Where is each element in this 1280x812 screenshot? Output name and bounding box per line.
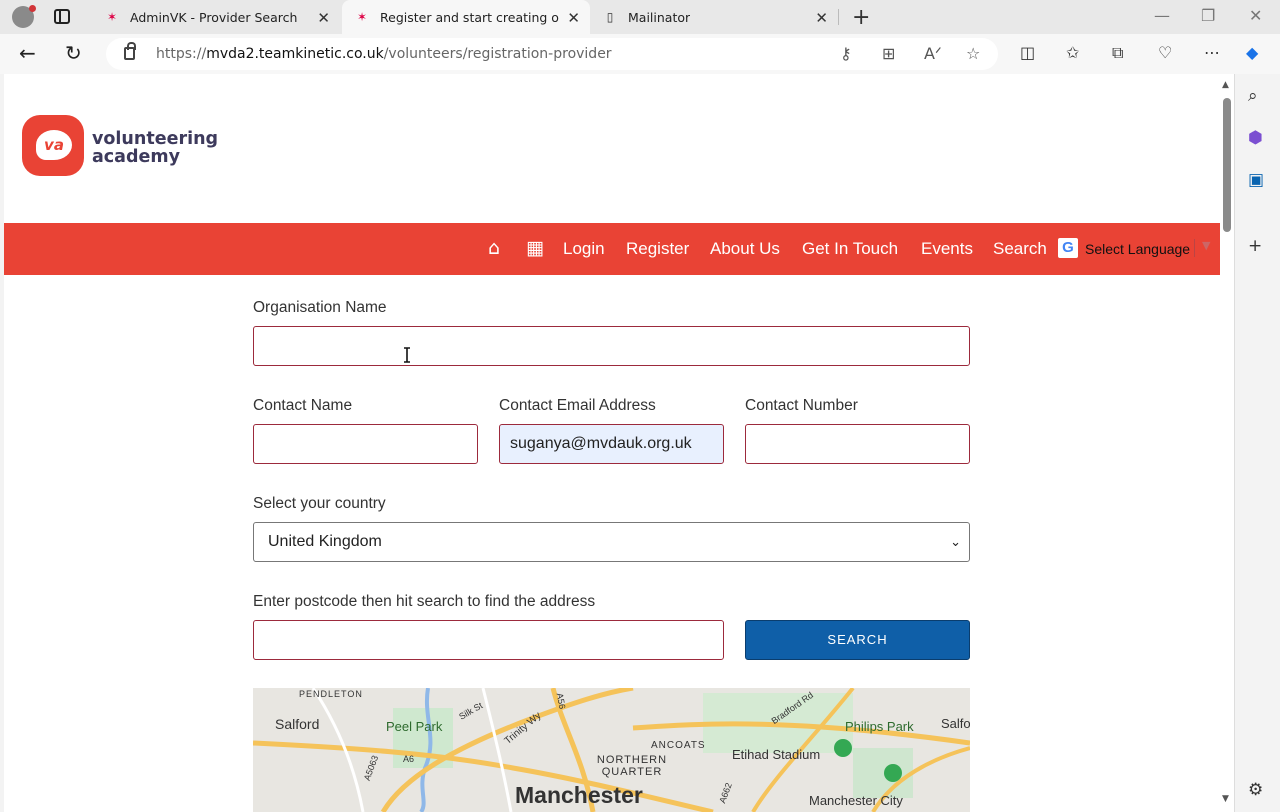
map-label-salford: Salford — [275, 716, 320, 732]
app-available-icon[interactable]: ⊞ — [882, 44, 895, 63]
nav-search[interactable]: Search — [993, 239, 1047, 259]
language-separator — [1194, 239, 1195, 257]
main-navigation: ⌂ ▦ Login Register About Us Get In Touch… — [4, 223, 1220, 275]
postcode-search-button[interactable]: SEARCH — [745, 620, 970, 660]
home-icon[interactable]: ⌂ — [488, 237, 500, 259]
close-tab-icon[interactable]: ✕ — [815, 9, 828, 27]
nav-events[interactable]: Events — [921, 239, 973, 259]
office-icon[interactable]: ⬢ — [1248, 128, 1263, 148]
calendar-icon[interactable]: ▦ — [526, 237, 544, 259]
logo-mark-icon: va — [36, 130, 72, 160]
tab-separator — [838, 9, 839, 25]
profile-avatar[interactable] — [12, 5, 36, 28]
url-prefix: https:// — [156, 46, 207, 62]
copilot-icon[interactable]: ◆ — [1246, 43, 1258, 62]
nav-register[interactable]: Register — [626, 239, 689, 259]
tab-title: Register and start creating oppo — [380, 9, 560, 25]
country-select[interactable]: United Kingdom ⌄ — [253, 522, 970, 562]
postcode-label: Enter postcode then hit search to find t… — [253, 593, 596, 610]
tab-actions-icon[interactable] — [54, 9, 70, 24]
new-tab-icon[interactable]: + — [852, 5, 870, 30]
document-favicon-icon: ▯ — [606, 10, 614, 24]
contact-number-label: Contact Number — [745, 397, 858, 414]
country-label: Select your country — [253, 495, 386, 512]
tab-title: AdminVK - Provider Search — [130, 9, 298, 25]
browser-tab-strip: ✶ AdminVK - Provider Search ✕ ✶ Register… — [0, 0, 1280, 34]
organisation-name-input[interactable] — [253, 326, 970, 366]
tab-adminvk[interactable]: ✶ AdminVK - Provider Search ✕ — [90, 0, 340, 34]
address-map[interactable]: PENDLETON Salford Peel Park Silk St Trin… — [253, 688, 970, 812]
google-translate-icon[interactable]: G — [1058, 238, 1078, 258]
close-tab-icon[interactable]: ✕ — [317, 9, 330, 27]
more-options-icon[interactable]: ⋯ — [1204, 43, 1220, 62]
scroll-down-arrow-icon[interactable]: ▼ — [1222, 794, 1229, 804]
volunteering-academy-logo[interactable]: va — [22, 115, 84, 176]
contact-name-input[interactable] — [253, 424, 478, 464]
sparkle-favicon-icon: ✶ — [106, 10, 118, 24]
map-label-manchester: Manchester — [515, 782, 643, 808]
browser-toolbar: ← ↻ https://mvda2.teamkinetic.co.uk/volu… — [0, 34, 1280, 74]
url-path: /volunteers/registration-provider — [383, 46, 612, 62]
text-cursor-icon — [404, 347, 410, 363]
map-label-manchester-city: Manchester City — [809, 793, 903, 808]
scroll-up-arrow-icon[interactable]: ▲ — [1222, 80, 1229, 90]
page-scrollbar[interactable]: ▲ ▼ — [1220, 74, 1234, 812]
tab-mailinator[interactable]: ▯ Mailinator ✕ — [592, 0, 838, 34]
dropdown-arrow-icon[interactable]: ▼ — [1202, 239, 1210, 252]
minimize-icon[interactable]: — — [1154, 6, 1170, 25]
tab-title: Mailinator — [628, 9, 691, 25]
map-label-salford-edge: Salfo — [941, 716, 970, 731]
organisation-name-label: Organisation Name — [253, 299, 387, 316]
web-page: va volunteering academy ⌂ ▦ Login Regist… — [4, 74, 1220, 812]
contact-email-label: Contact Email Address — [499, 397, 656, 414]
split-screen-icon[interactable]: ◫ — [1020, 43, 1035, 62]
nav-login[interactable]: Login — [563, 239, 605, 259]
postcode-input[interactable] — [253, 620, 724, 660]
browser-essentials-icon[interactable]: ♡ — [1158, 43, 1172, 62]
settings-gear-icon[interactable]: ⚙ — [1248, 780, 1263, 800]
favorites-icon[interactable]: ✩ — [1066, 43, 1079, 62]
logo-line-2: academy — [92, 147, 181, 167]
back-arrow-icon[interactable]: ← — [19, 41, 36, 65]
url-host: mvda2.teamkinetic.co.uk — [206, 46, 384, 62]
map-label-pendleton: PENDLETON — [299, 689, 363, 699]
contact-name-label: Contact Name — [253, 397, 353, 414]
country-selected-value: United Kingdom — [268, 533, 382, 550]
map-label-peel-park: Peel Park — [386, 719, 443, 734]
map-label-ancoats: ANCOATS — [651, 740, 706, 751]
map-label-a6: A6 — [403, 754, 415, 764]
logo-wordmark[interactable]: volunteering academy — [92, 130, 218, 166]
collections-icon[interactable]: ⧉ — [1112, 43, 1123, 63]
browser-sidebar: ⌕ ⬢ ▣ + ⚙ — [1234, 74, 1280, 812]
select-language-dropdown[interactable]: Select Language — [1085, 241, 1190, 257]
map-label-etihad-stadium: Etihad Stadium — [732, 747, 821, 762]
url-text[interactable]: https://mvda2.teamkinetic.co.uk/voluntee… — [156, 46, 612, 62]
key-icon[interactable]: ⚷ — [840, 44, 852, 63]
restore-icon[interactable]: ❐ — [1201, 6, 1215, 25]
add-sidebar-item-icon[interactable]: + — [1248, 236, 1262, 256]
search-icon[interactable]: ⌕ — [1248, 86, 1258, 106]
chevron-down-icon: ⌄ — [950, 534, 961, 549]
read-aloud-icon[interactable]: Aᐟ — [924, 44, 942, 63]
tab-register[interactable]: ✶ Register and start creating oppo ✕ — [342, 0, 590, 34]
scrollbar-thumb[interactable] — [1223, 98, 1231, 232]
outlook-icon[interactable]: ▣ — [1248, 170, 1264, 190]
contact-number-input[interactable] — [745, 424, 970, 464]
refresh-icon[interactable]: ↻ — [65, 41, 82, 65]
nav-get-in-touch[interactable]: Get In Touch — [802, 239, 898, 259]
map-label-northern-quarter: NORTHERN QUARTER — [596, 754, 668, 778]
address-bar[interactable]: https://mvda2.teamkinetic.co.uk/voluntee… — [106, 38, 998, 70]
contact-email-input[interactable]: suganya@mvdauk.org.uk — [499, 424, 724, 464]
lock-icon[interactable] — [124, 42, 136, 60]
sparkle-favicon-icon: ✶ — [356, 10, 368, 24]
favorite-star-icon[interactable]: ☆ — [966, 44, 980, 63]
map-label-philips-park: Philips Park — [845, 719, 914, 734]
close-window-icon[interactable]: ✕ — [1249, 6, 1262, 25]
logo-line-1: volunteering — [92, 129, 219, 149]
nav-about-us[interactable]: About Us — [710, 239, 780, 259]
close-tab-icon[interactable]: ✕ — [567, 9, 580, 27]
